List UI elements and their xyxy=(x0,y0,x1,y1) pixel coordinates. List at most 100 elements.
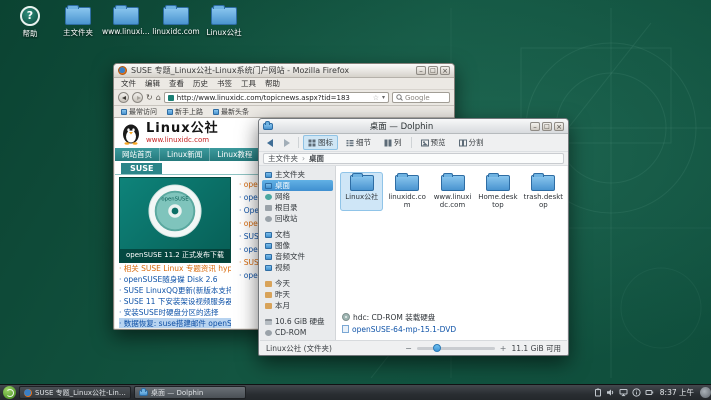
bookmark-star-icon[interactable] xyxy=(373,94,379,102)
taskbar-item-dolphin[interactable]: 桌面 — Dolphin xyxy=(134,386,246,399)
file-item-www-linuxidc[interactable]: www.linuxidc.com xyxy=(431,172,474,211)
menu-tools[interactable]: 工具 xyxy=(241,78,256,89)
site-nav-news[interactable]: Linux新闻 xyxy=(160,148,210,161)
dolphin-window-title: 桌面 — Dolphin xyxy=(277,120,526,132)
bookmark-latest-headlines[interactable]: 最新头条 xyxy=(213,107,249,117)
file-item-trash-desktop[interactable]: trash.desktop xyxy=(522,172,565,211)
device-notifier-icon[interactable] xyxy=(632,388,641,397)
section-label[interactable]: SUSE xyxy=(121,163,162,174)
file-item-opensuse-dvd[interactable]: openSUSE-64-mp-15.1-DVD xyxy=(342,323,456,335)
desktop-icon-home-folder[interactable]: 主文件夹 xyxy=(54,5,102,38)
maximize-button[interactable] xyxy=(542,122,552,131)
file-item-cdrom-device[interactable]: hdc: CD-ROM 装载硬盘 xyxy=(342,311,456,323)
article-link[interactable]: · 安装SUSE时硬盘分区的选择 xyxy=(119,307,231,318)
icons-view-button[interactable]: 图标 xyxy=(303,135,338,150)
site-title: Linux公社 xyxy=(146,122,219,136)
preview-button[interactable]: 预览 xyxy=(416,135,451,150)
file-item-linuxidc[interactable]: linuxidc.com xyxy=(385,172,428,211)
site-nav-home[interactable]: 网站首页 xyxy=(115,148,160,161)
forward-button[interactable] xyxy=(132,92,143,103)
bookmark-folder-icon xyxy=(167,109,173,115)
desktop-icon-linux-gongshe[interactable]: Linux公社 xyxy=(200,5,248,38)
desktop-icon-help[interactable]: 帮助 xyxy=(6,5,54,39)
folder-view[interactable]: Linux公社 linuxidc.com www.linuxidc.com Ho… xyxy=(336,166,567,340)
volume-icon[interactable] xyxy=(606,388,615,397)
dolphin-titlebar[interactable]: 桌面 — Dolphin xyxy=(259,119,568,134)
zoom-slider[interactable] xyxy=(417,347,495,350)
search-bar[interactable]: Google xyxy=(392,92,450,103)
menu-file[interactable]: 文件 xyxy=(121,78,136,89)
breadcrumb-root[interactable]: 主文件夹 xyxy=(268,153,298,164)
bookmark-folder-icon xyxy=(121,109,127,115)
file-item-linux-gongshe[interactable]: Linux公社 xyxy=(340,172,383,211)
minimize-button[interactable] xyxy=(416,66,426,75)
zoom-in-icon[interactable] xyxy=(500,344,507,353)
task-label: SUSE 专题_Linux公社-Linux系统门... xyxy=(35,388,126,398)
place-today[interactable]: 今天 xyxy=(262,278,333,289)
back-button[interactable] xyxy=(118,92,129,103)
bookmark-getting-started[interactable]: 新手上路 xyxy=(167,107,203,117)
back-button[interactable] xyxy=(263,136,277,149)
place-desktop[interactable]: 桌面 xyxy=(262,180,333,191)
desktop-icon-linuxidc[interactable]: linuxidc.com xyxy=(152,5,200,36)
battery-icon[interactable] xyxy=(645,388,654,397)
minimize-button[interactable] xyxy=(530,122,540,131)
clock[interactable]: 8:37 上午 xyxy=(660,387,694,398)
url-dropdown-icon[interactable] xyxy=(382,94,385,101)
close-button[interactable] xyxy=(440,66,450,75)
article-link[interactable]: · SUSE LinuxQQ更新(新版本支持) xyxy=(119,285,231,296)
breadcrumb-current[interactable]: 桌面 xyxy=(309,153,324,164)
place-documents[interactable]: 文档 xyxy=(262,229,333,240)
close-button[interactable] xyxy=(554,122,564,131)
menu-help[interactable]: 帮助 xyxy=(265,78,280,89)
desktop-folder-icon xyxy=(265,183,272,189)
bookmark-label: 新手上路 xyxy=(175,107,203,117)
klipper-icon[interactable] xyxy=(594,388,602,397)
bookmark-most-visited[interactable]: 最常访问 xyxy=(121,107,157,117)
place-root[interactable]: 根目录 xyxy=(262,202,333,213)
zoom-slider-handle[interactable] xyxy=(433,344,441,352)
split-button[interactable]: 分割 xyxy=(454,135,489,150)
place-audio[interactable]: 音频文件 xyxy=(262,251,333,262)
home-icon[interactable] xyxy=(156,93,161,103)
columns-view-button[interactable]: 列 xyxy=(379,135,407,150)
zoom-out-icon[interactable] xyxy=(405,344,412,353)
place-network[interactable]: 网络 xyxy=(262,191,333,202)
network-icon[interactable] xyxy=(619,388,628,397)
place-label: 视频 xyxy=(275,262,290,273)
place-yesterday[interactable]: 昨天 xyxy=(262,289,333,300)
file-item-home-desktop[interactable]: Home.desktop xyxy=(476,172,519,211)
maximize-button[interactable] xyxy=(428,66,438,75)
panel-toolbox-icon[interactable] xyxy=(700,387,711,398)
extra-file-rows: hdc: CD-ROM 装载硬盘 openSUSE-64-mp-15.1-DVD xyxy=(342,311,456,335)
place-home[interactable]: 主文件夹 xyxy=(262,169,333,180)
application-launcher-button[interactable] xyxy=(3,386,16,399)
menu-history[interactable]: 历史 xyxy=(193,78,208,89)
place-this-month[interactable]: 本月 xyxy=(262,300,333,311)
disc-icon xyxy=(342,313,350,321)
place-trash[interactable]: 回收站 xyxy=(262,213,333,224)
menu-bookmarks[interactable]: 书签 xyxy=(217,78,232,89)
browser-titlebar[interactable]: SUSE 专题_Linux公社-Linux系统门户网站 - Mozilla Fi… xyxy=(114,64,454,78)
promo-banner[interactable]: openSUSE openSUSE 11.2 正式发布下载 xyxy=(119,177,231,263)
place-images[interactable]: 图像 xyxy=(262,240,333,251)
reload-icon[interactable] xyxy=(146,93,153,103)
site-nav-tutorial[interactable]: Linux教程 xyxy=(210,148,260,161)
menu-edit[interactable]: 编辑 xyxy=(145,78,160,89)
menu-view[interactable]: 查看 xyxy=(169,78,184,89)
url-bar[interactable]: http://www.linuxidc.com/topicnews.aspx?t… xyxy=(164,92,389,103)
place-videos[interactable]: 视频 xyxy=(262,262,333,273)
place-cdrom[interactable]: CD-ROM xyxy=(262,327,333,338)
taskbar-item-firefox[interactable]: SUSE 专题_Linux公社-Linux系统门... xyxy=(19,386,131,399)
forward-button[interactable] xyxy=(280,136,294,149)
desktop-icon-www-linuxidc[interactable]: www.linuxidc.com xyxy=(102,5,150,36)
details-view-button[interactable]: 细节 xyxy=(341,135,376,150)
article-link[interactable]: · 相关 SUSE Linux 专题资讯 hyper xyxy=(119,263,231,274)
site-logo-text[interactable]: Linux公社 www.linuxidc.com xyxy=(146,122,219,144)
place-hard-disk[interactable]: 10.6 GiB 硬盘 xyxy=(262,316,333,327)
breadcrumb[interactable]: 主文件夹 桌面 xyxy=(263,153,564,164)
article-link-selected[interactable]: · 数据恢复: suse搭建邮件 openSUSE 11. xyxy=(119,318,231,328)
toolbar-separator xyxy=(298,137,299,148)
article-link[interactable]: · SUSE 11 下安装架设视频服务器 xyxy=(119,296,231,307)
article-link[interactable]: · openSUSE随身碟 Disk 2.6 xyxy=(119,274,231,285)
